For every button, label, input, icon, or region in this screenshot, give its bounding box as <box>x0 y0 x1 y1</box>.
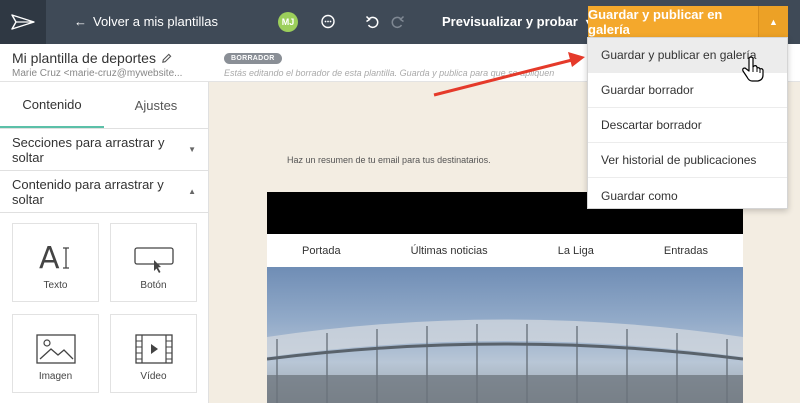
publish-options-toggle[interactable]: ▲ <box>758 6 788 38</box>
stadium-roof-graphic <box>267 319 743 403</box>
caret-down-icon: ▼ <box>188 145 196 154</box>
button-icon <box>133 247 174 273</box>
email-summary[interactable]: Haz un resumen de tu email para tus dest… <box>287 155 491 165</box>
menu-save-as[interactable]: Guardar como <box>588 178 787 213</box>
caret-up-icon: ▲ <box>188 187 196 196</box>
sidebar: Contenido Ajustes Secciones para arrastr… <box>0 82 209 403</box>
tab-content[interactable]: Contenido <box>0 82 104 128</box>
email-nav-item[interactable]: Entradas <box>664 245 708 257</box>
redo-icon[interactable] <box>388 13 406 31</box>
template-name[interactable]: Mi plantilla de deportes <box>12 50 172 66</box>
block-image[interactable]: Imagen <box>12 314 99 393</box>
hand-cursor-icon <box>742 56 764 82</box>
video-icon <box>134 334 173 364</box>
undo-icon[interactable] <box>364 13 382 31</box>
svg-text:A: A <box>39 241 60 274</box>
caret-up-icon: ▲ <box>769 17 778 27</box>
email-nav-item[interactable]: La Liga <box>558 245 594 257</box>
sidebar-tabs: Contenido Ajustes <box>0 82 208 129</box>
menu-discard-draft[interactable]: Descartar borrador <box>588 108 787 143</box>
comment-icon[interactable] <box>319 13 337 31</box>
tab-settings[interactable]: Ajustes <box>104 82 208 128</box>
avatar[interactable]: MJ <box>278 12 298 32</box>
arrow-left-icon: ← <box>74 14 87 29</box>
block-video[interactable]: Vídeo <box>110 314 197 393</box>
menu-view-history[interactable]: Ver historial de publicaciones <box>588 143 787 178</box>
email-nav-item[interactable]: Últimas noticias <box>411 245 488 257</box>
email-nav: Portada Últimas noticias La Liga Entrada… <box>267 234 743 267</box>
publish-button[interactable]: Guardar y publicar en galería <box>588 6 758 38</box>
block-button[interactable]: Botón <box>110 223 197 302</box>
text-icon: A <box>39 241 69 274</box>
block-text[interactable]: A Texto <box>12 223 99 302</box>
section-drag-sections[interactable]: Secciones para arrastrar y soltar ▼ <box>0 129 208 171</box>
section-drag-content[interactable]: Contenido para arrastrar y soltar ▲ <box>0 171 208 213</box>
stadium-image[interactable] <box>267 267 743 403</box>
preview-and-test-button[interactable]: Previsualizar y probar ▼ <box>442 14 593 29</box>
paper-plane-icon <box>11 14 35 30</box>
back-to-templates-link[interactable]: ← Volver a mis plantillas <box>74 14 218 29</box>
logo[interactable] <box>0 0 46 44</box>
draft-badge: BORRADOR <box>224 53 282 64</box>
image-icon <box>35 334 76 364</box>
email-nav-item[interactable]: Portada <box>302 245 341 257</box>
sender-address: Marie Cruz <marie-cruz@mywebsite... <box>12 68 183 79</box>
draft-note: Estás editando el borrador de esta plant… <box>224 68 555 78</box>
pencil-icon[interactable] <box>161 53 172 64</box>
